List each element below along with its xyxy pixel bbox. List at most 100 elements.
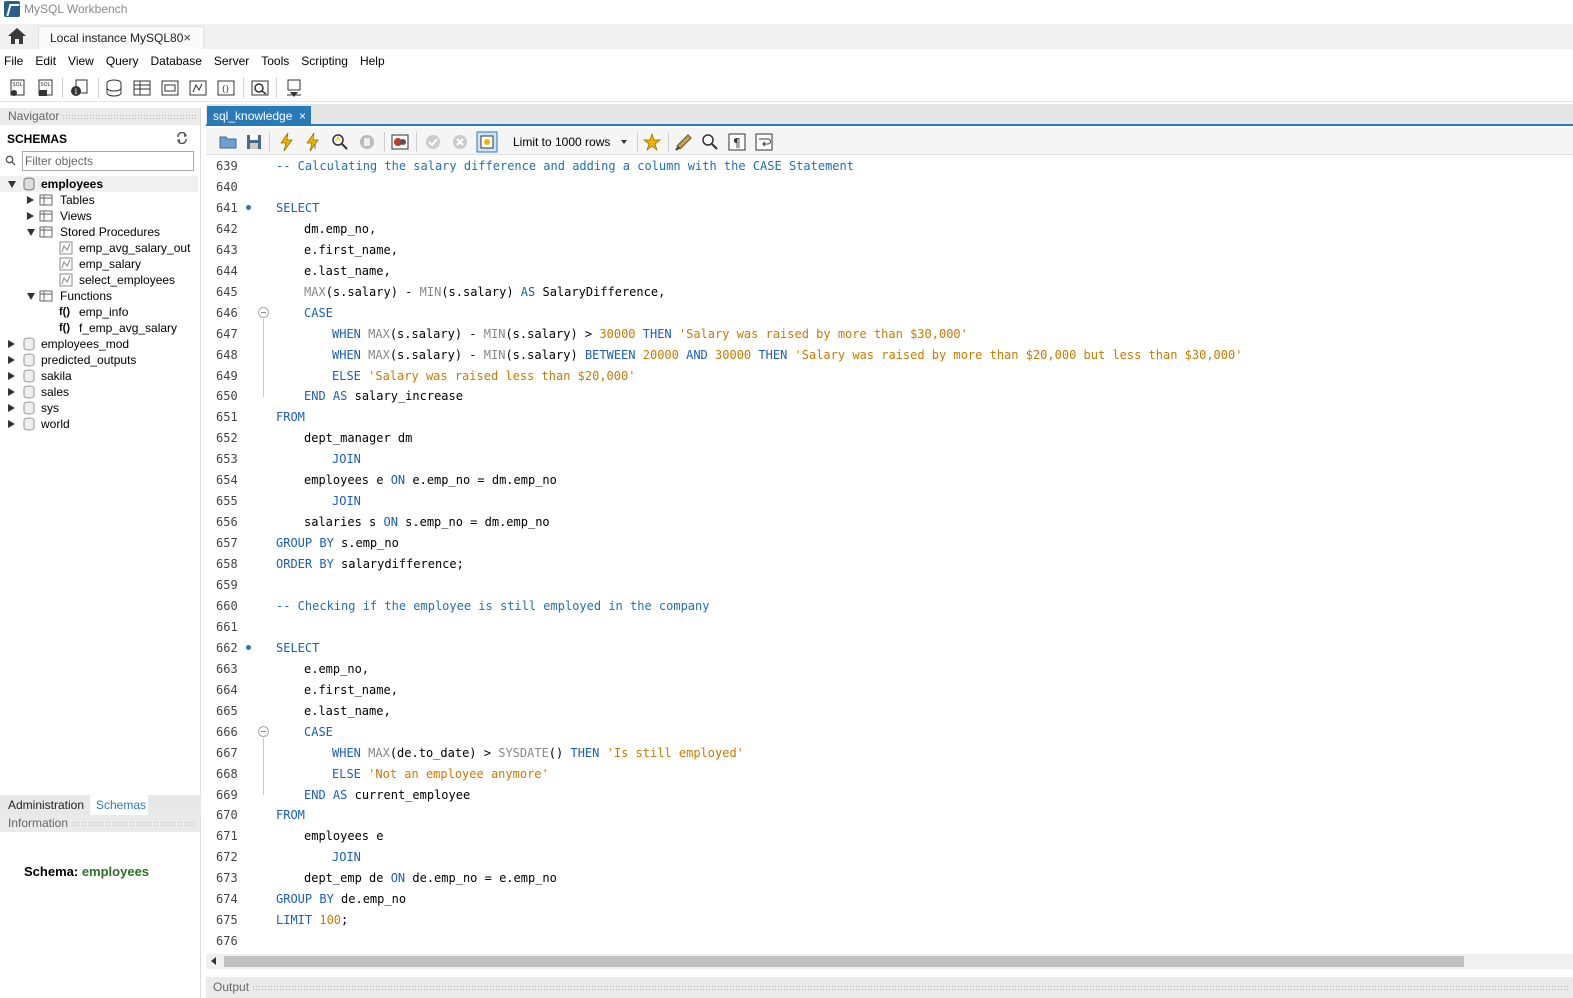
expand-toggle[interactable] [8,356,15,364]
code-line[interactable]: 639 -- Calculating the salary difference … [206,157,1573,178]
tab-administration[interactable]: Administration [4,795,88,815]
menu-view[interactable]: View [64,54,102,68]
expand-toggle[interactable] [27,212,34,220]
code-line[interactable]: 657 GROUP BY s.emp_no [206,534,1573,555]
fold-toggle-icon[interactable] [258,725,269,737]
close-icon[interactable]: × [299,106,306,126]
expand-toggle[interactable] [27,293,35,300]
scroll-left-icon[interactable] [211,957,216,965]
code-line[interactable]: 647 WHEN MAX(s.salary) - MIN(s.salary) > … [206,325,1573,346]
filter-objects-input[interactable] [22,151,194,171]
toggle-error-stop-icon[interactable] [390,132,410,152]
code-line[interactable]: 646 CASE [206,304,1573,325]
create-schema-icon[interactable] [104,78,124,98]
expand-toggle[interactable] [27,229,35,236]
execute-current-icon[interactable]: I [303,132,323,152]
expand-toggle[interactable] [8,388,15,396]
home-icon[interactable] [6,26,28,46]
tree-schema-employees[interactable]: employees [0,176,198,192]
code-line[interactable]: 659 [206,576,1573,597]
horizontal-scrollbar[interactable] [206,954,1573,969]
search-table-data-icon[interactable] [250,78,270,98]
code-line[interactable]: 643 e.first_name, [206,241,1573,262]
code-line[interactable]: 652 dept_manager dm [206,429,1573,450]
code-line[interactable]: 671 employees e [206,827,1573,848]
code-line[interactable]: 655 JOIN [206,492,1573,513]
code-line[interactable]: 675 LIMIT 100; [206,911,1573,932]
expand-toggle[interactable] [8,404,15,412]
rollback-icon[interactable] [450,132,470,152]
code-line[interactable]: 673 dept_emp de ON de.emp_no = e.emp_no [206,869,1573,890]
commit-icon[interactable] [423,132,443,152]
expand-toggle[interactable] [8,372,15,380]
code-line[interactable]: 649 ELSE 'Salary was raised less than $20… [206,367,1573,388]
code-line[interactable]: 651 FROM [206,408,1573,429]
code-line[interactable]: 641 SELECT [206,199,1573,220]
code-line[interactable]: 654 employees e ON e.emp_no = dm.emp_no [206,471,1573,492]
code-line[interactable]: 664 e.first_name, [206,681,1573,702]
execute-icon[interactable] [277,132,297,152]
menu-scripting[interactable]: Scripting [297,54,356,68]
code-line[interactable]: 666 CASE [206,723,1573,744]
new-sql-tab-icon[interactable]: SQL [8,78,28,98]
menu-server[interactable]: Server [210,54,257,68]
open-sql-script-icon[interactable]: SQL [36,78,56,98]
scrollbar-thumb[interactable] [224,956,1464,967]
menu-tools[interactable]: Tools [257,54,297,68]
code-line[interactable]: 644 e.last_name, [206,262,1573,283]
create-view-icon[interactable] [160,78,180,98]
invisible-chars-icon[interactable]: ¶ [727,132,747,152]
reconnect-icon[interactable] [284,78,304,98]
code-line[interactable]: 642 dm.emp_no, [206,220,1573,241]
code-line[interactable]: 660 -- Checking if the employee is still … [206,597,1573,618]
code-line[interactable]: 668 ELSE 'Not an employee anymore' [206,765,1573,786]
code-line[interactable]: 672 JOIN [206,848,1573,869]
word-wrap-icon[interactable] [754,132,774,152]
limit-rows-select[interactable]: Limit to 1000 rows [508,132,630,152]
expand-toggle[interactable] [8,181,16,188]
sql-editor[interactable]: 639 -- Calculating the salary difference … [206,156,1573,954]
stop-icon[interactable] [357,132,377,152]
explain-icon[interactable] [330,132,350,152]
find-icon[interactable] [700,132,720,152]
menu-help[interactable]: Help [356,54,393,68]
tab-sql-knowledge[interactable]: sql_knowledge × [207,106,311,126]
expand-toggle[interactable] [27,196,34,204]
create-function-icon[interactable]: () [216,78,236,98]
code-line[interactable]: 648 WHEN MAX(s.salary) - MIN(s.salary) BE… [206,346,1573,367]
fold-toggle-icon[interactable] [258,306,269,318]
expand-toggle[interactable] [8,340,15,348]
code-line[interactable]: 656 salaries s ON s.emp_no = dm.emp_no [206,513,1573,534]
code-line[interactable]: 674 GROUP BY de.emp_no [206,890,1573,911]
beautify-icon[interactable] [674,132,694,152]
code-line[interactable]: 676 [206,932,1573,953]
code-line[interactable]: 653 JOIN [206,450,1573,471]
menu-edit[interactable]: Edit [31,54,64,68]
create-table-icon[interactable] [132,78,152,98]
save-icon[interactable] [244,132,264,152]
code-line[interactable]: 640 [206,178,1573,199]
code-line[interactable]: 650 END AS salary_increase [206,387,1573,408]
expand-toggle[interactable] [8,420,15,428]
create-procedure-icon[interactable] [188,78,208,98]
code-line[interactable]: 667 WHEN MAX(de.to_date) > SYSDATE() THEN… [206,744,1573,765]
autocommit-toggle-icon[interactable] [476,131,498,153]
code-line[interactable]: 663 e.emp_no, [206,660,1573,681]
menu-file[interactable]: File [0,54,31,68]
code-line[interactable]: 670 FROM [206,806,1573,827]
connection-tab[interactable]: Local instance MySQL80 × [38,26,204,49]
inspector-icon[interactable]: i [70,78,90,98]
refresh-icon[interactable] [176,132,188,144]
code-line[interactable]: 645 MAX(s.salary) - MIN(s.salary) AS Sala… [206,283,1573,304]
menu-database[interactable]: Database [147,54,210,68]
open-file-icon[interactable] [218,132,238,152]
code-line[interactable]: 661 [206,618,1573,639]
tab-schemas[interactable]: Schemas [90,795,148,815]
code-line[interactable]: 669 END AS current_employee [206,786,1573,807]
add-snippet-icon[interactable] [642,132,662,152]
code-line[interactable]: 662 SELECT [206,639,1573,660]
menu-query[interactable]: Query [102,54,147,68]
close-icon[interactable]: × [183,30,191,45]
code-line[interactable]: 665 e.last_name, [206,702,1573,723]
code-line[interactable]: 658 ORDER BY salarydifference; [206,555,1573,576]
